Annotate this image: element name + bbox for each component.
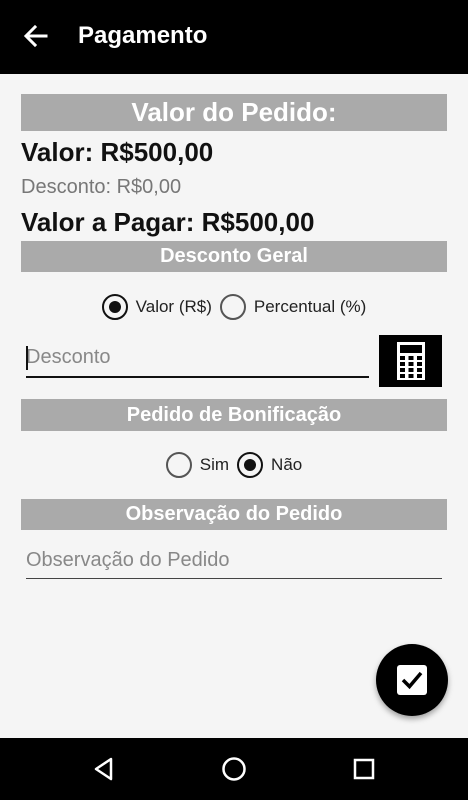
radio-circle-selected[interactable] <box>237 452 264 478</box>
discount-input-placeholder: Desconto <box>26 346 111 368</box>
bonus-radio-group: Sim Não <box>0 450 468 480</box>
radio-circle-selected[interactable] <box>101 294 128 320</box>
calculator-button[interactable] <box>379 335 442 387</box>
calculator-icon <box>396 342 425 380</box>
payment-form: Valor do Pedido: Valor: R$500,00 Descont… <box>0 74 468 738</box>
radio-valor-label: Valor (R$) <box>135 297 212 316</box>
order-value-heading: Valor do Pedido: <box>21 94 447 131</box>
radio-nao[interactable]: Não <box>237 452 302 478</box>
discount-input[interactable]: Desconto <box>26 340 369 378</box>
arrow-back-icon[interactable] <box>20 20 52 52</box>
radio-percentual[interactable]: Percentual (%) <box>219 294 367 320</box>
radio-sim[interactable]: Sim <box>165 452 230 478</box>
general-discount-heading: Desconto Geral <box>21 241 447 272</box>
system-nav-bar <box>0 738 468 800</box>
order-notes-placeholder: Observação do Pedido <box>26 549 230 571</box>
nav-back-icon[interactable] <box>90 755 118 783</box>
radio-nao-label: Não <box>271 455 303 474</box>
order-notes-input[interactable]: Observação do Pedido <box>26 544 442 579</box>
order-notes-heading: Observação do Pedido <box>21 499 447 530</box>
bonus-order-heading: Pedido de Bonificação <box>21 399 447 431</box>
amount-to-pay: Valor a Pagar: R$500,00 <box>21 207 315 237</box>
page-title: Pagamento <box>78 22 208 49</box>
order-value: Valor: R$500,00 <box>21 137 214 167</box>
discount-value: Desconto: R$0,00 <box>21 176 182 198</box>
confirm-fab[interactable] <box>376 644 448 716</box>
radio-circle[interactable] <box>165 452 192 478</box>
app-bar: Pagamento <box>0 0 468 74</box>
text-caret <box>26 346 28 370</box>
radio-percentual-label: Percentual (%) <box>253 297 367 316</box>
discount-type-radio-group: Valor (R$) Percentual (%) <box>0 292 468 322</box>
nav-recents-icon[interactable] <box>350 755 378 783</box>
check-box-icon <box>397 665 427 695</box>
radio-circle[interactable] <box>219 294 246 320</box>
radio-valor[interactable]: Valor (R$) <box>101 294 212 320</box>
nav-home-icon[interactable] <box>220 755 248 783</box>
radio-sim-label: Sim <box>199 455 230 474</box>
